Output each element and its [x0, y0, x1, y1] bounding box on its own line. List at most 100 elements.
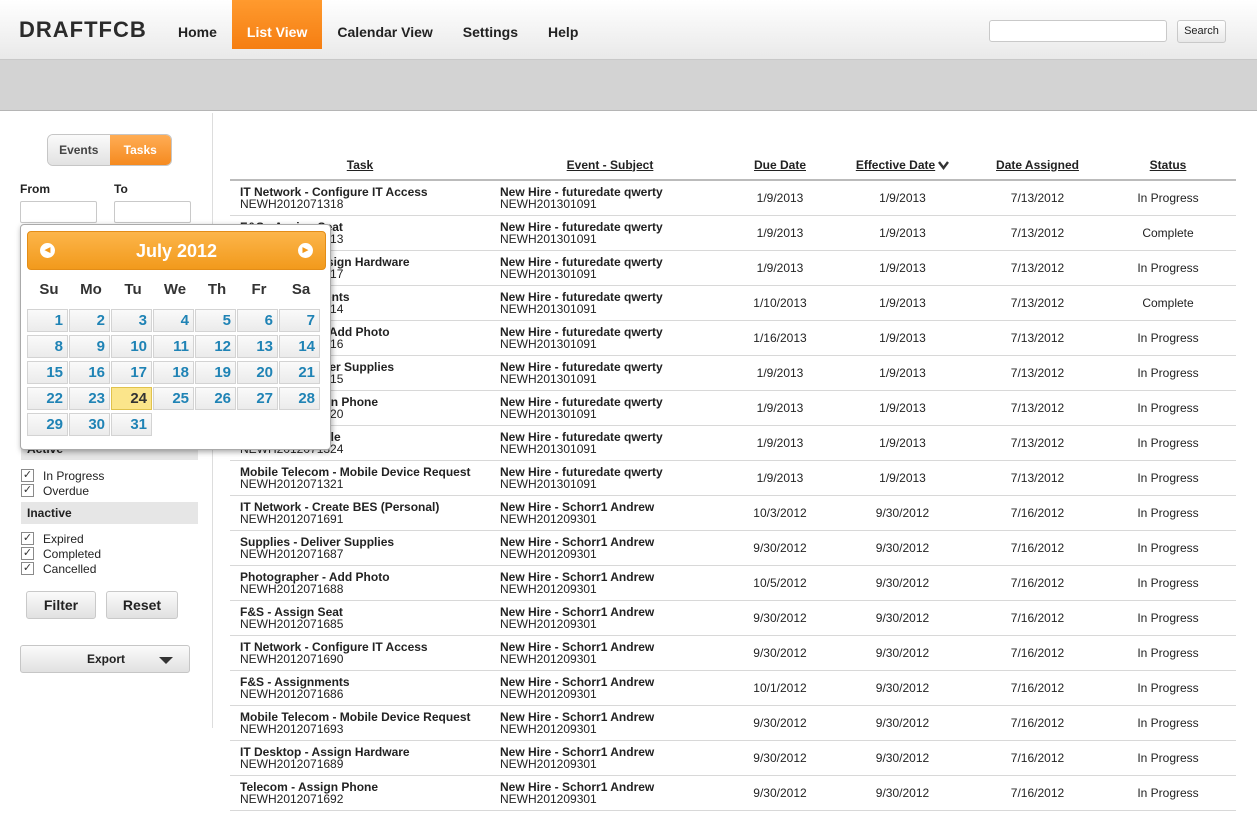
event-cell[interactable]: New Hire - futuredate qwerty NEWH20130109… — [490, 285, 730, 321]
nav-help[interactable]: Help — [533, 0, 593, 49]
calendar-day[interactable]: 8 — [27, 335, 68, 358]
table-row[interactable]: IT Network - Configure IT Access NEWH2012… — [230, 180, 1236, 216]
event-cell[interactable]: New Hire - futuredate qwerty NEWH20130109… — [490, 460, 730, 496]
table-row[interactable]: Directory - ProfileNEWH2012071324New Hir… — [230, 425, 1236, 461]
nav-calendar-view[interactable]: Calendar View — [322, 0, 447, 49]
task-cell[interactable]: F&S - Assignments NEWH2012071686 — [230, 670, 490, 706]
task-cell[interactable]: IT Network - Configure IT Access NEWH2012… — [230, 635, 490, 671]
event-subject[interactable]: New Hire - futuredate qwerty — [500, 221, 730, 233]
event-subject[interactable]: New Hire - futuredate qwerty — [500, 186, 730, 198]
event-subject[interactable]: New Hire - Schorr1 Andrew — [500, 501, 730, 513]
event-subject[interactable]: New Hire - futuredate qwerty — [500, 431, 730, 443]
table-row[interactable]: F&S - Assign Seat NEWH2012071685 New Hire … — [230, 600, 1236, 636]
calendar-day[interactable]: 9 — [69, 335, 110, 358]
table-row[interactable]: Mobile Telecom - Mobile Device Request NE… — [230, 460, 1236, 496]
filter-overdue[interactable]: ✓ Overdue — [21, 483, 89, 498]
toggle-events[interactable]: Events — [48, 135, 110, 165]
table-row[interactable]: Photographer - Add Photo NEWH2012071688 Ne… — [230, 565, 1236, 601]
calendar-day[interactable]: 22 — [27, 387, 68, 410]
calendar-day[interactable]: 25 — [153, 387, 194, 410]
table-row[interactable]: Supplies - Deliver SuppliesNEWH201207131… — [230, 355, 1236, 391]
export-dropdown[interactable]: Export — [20, 645, 190, 673]
calendar-day[interactable]: 12 — [195, 335, 236, 358]
toggle-tasks[interactable]: Tasks — [109, 135, 171, 165]
calendar-day[interactable]: 27 — [237, 387, 278, 410]
filter-button[interactable]: Filter — [26, 591, 96, 619]
task-name[interactable]: IT Network - Configure IT Access — [240, 641, 490, 653]
event-subject[interactable]: New Hire - futuredate qwerty — [500, 361, 730, 373]
col-header-due-date[interactable]: Due Date — [730, 150, 830, 181]
calendar-day[interactable]: 5 — [195, 309, 236, 332]
task-cell[interactable]: Supplies - Deliver Supplies NEWH201207168… — [230, 530, 490, 566]
task-cell[interactable]: IT Desktop - Assign Hardware NEWH20120716… — [230, 740, 490, 776]
table-row[interactable]: F&S - Assignments NEWH2012071686 New Hire … — [230, 670, 1236, 706]
calendar-day[interactable]: 4 — [153, 309, 194, 332]
calendar-day[interactable]: 18 — [153, 361, 194, 384]
calendar-day[interactable]: 31 — [111, 413, 152, 436]
checkbox-in-progress[interactable]: ✓ — [21, 469, 34, 482]
event-cell[interactable]: New Hire - futuredate qwerty NEWH20130109… — [490, 390, 730, 426]
col-header-date-assigned[interactable]: Date Assigned — [975, 150, 1100, 181]
task-cell[interactable]: IT Network - Create BES (Personal) NEWH20… — [230, 495, 490, 531]
calendar-day[interactable]: 26 — [195, 387, 236, 410]
calendar-day[interactable]: 3 — [111, 309, 152, 332]
calendar-day[interactable]: 28 — [279, 387, 320, 410]
filter-in-progress[interactable]: ✓ In Progress — [21, 468, 104, 483]
checkbox-overdue[interactable]: ✓ — [21, 484, 34, 497]
col-header-status[interactable]: Status — [1100, 150, 1236, 181]
event-subject[interactable]: New Hire - futuredate qwerty — [500, 466, 730, 478]
task-cell[interactable]: IT Network - Configure IT Access NEWH2012… — [230, 180, 490, 216]
event-cell[interactable]: New Hire - Schorr1 Andrew NEWH201209301 — [490, 495, 730, 531]
from-date-input[interactable] — [20, 201, 97, 223]
table-row[interactable]: F&S - AssignmentsNEWH2012071314New Hire … — [230, 285, 1236, 321]
event-cell[interactable]: New Hire - Schorr1 Andrew NEWH201209301 — [490, 635, 730, 671]
event-cell[interactable]: New Hire - Schorr1 Andrew NEWH201209301 — [490, 565, 730, 601]
calendar-day[interactable]: 6 — [237, 309, 278, 332]
event-cell[interactable]: New Hire - futuredate qwerty NEWH20130109… — [490, 320, 730, 356]
calendar-day[interactable]: 29 — [27, 413, 68, 436]
event-subject[interactable]: New Hire - futuredate qwerty — [500, 396, 730, 408]
event-subject[interactable]: New Hire - Schorr1 Andrew — [500, 711, 730, 723]
calendar-day[interactable]: 11 — [153, 335, 194, 358]
event-cell[interactable]: New Hire - futuredate qwerty NEWH20130109… — [490, 425, 730, 461]
task-cell[interactable]: Telecom - Assign Phone NEWH2012071692 — [230, 775, 490, 811]
calendar-day[interactable]: 16 — [69, 361, 110, 384]
calendar-day[interactable]: 19 — [195, 361, 236, 384]
checkbox-expired[interactable]: ✓ — [21, 532, 34, 545]
event-subject[interactable]: New Hire - futuredate qwerty — [500, 291, 730, 303]
filter-expired[interactable]: ✓ Expired — [21, 531, 84, 546]
event-subject[interactable]: New Hire - Schorr1 Andrew — [500, 536, 730, 548]
calendar-day[interactable]: 17 — [111, 361, 152, 384]
event-cell[interactable]: New Hire - futuredate qwerty NEWH20130109… — [490, 215, 730, 251]
task-name[interactable]: Telecom - Assign Phone — [240, 781, 490, 793]
event-cell[interactable]: New Hire - futuredate qwerty NEWH20130109… — [490, 355, 730, 391]
event-subject[interactable]: New Hire - Schorr1 Andrew — [500, 781, 730, 793]
table-row[interactable]: IT Network - Configure IT Access NEWH2012… — [230, 635, 1236, 671]
calendar-day[interactable]: 13 — [237, 335, 278, 358]
calendar-day[interactable]: 14 — [279, 335, 320, 358]
task-name[interactable]: IT Desktop - Assign Hardware — [240, 746, 490, 758]
calendar-day[interactable]: 20 — [237, 361, 278, 384]
col-header-event-subject[interactable]: Event - Subject — [490, 150, 730, 181]
filter-completed[interactable]: ✓ Completed — [21, 546, 101, 561]
event-cell[interactable]: New Hire - Schorr1 Andrew NEWH201209301 — [490, 530, 730, 566]
calendar-day[interactable]: 30 — [69, 413, 110, 436]
event-cell[interactable]: New Hire - futuredate qwerty NEWH20130109… — [490, 250, 730, 286]
event-cell[interactable]: New Hire - Schorr1 Andrew NEWH201209301 — [490, 670, 730, 706]
event-cell[interactable]: New Hire - Schorr1 Andrew NEWH201209301 — [490, 600, 730, 636]
calendar-day[interactable]: 2 — [69, 309, 110, 332]
table-row[interactable]: Telecom - Assign PhoneNEWH2012071320New … — [230, 390, 1236, 426]
event-subject[interactable]: New Hire - Schorr1 Andrew — [500, 571, 730, 583]
event-subject[interactable]: New Hire - futuredate qwerty — [500, 256, 730, 268]
event-cell[interactable]: New Hire - futuredate qwerty NEWH20130109… — [490, 180, 730, 216]
calendar-day[interactable]: 1 — [27, 309, 68, 332]
calendar-day[interactable]: 21 — [279, 361, 320, 384]
task-cell[interactable]: Photographer - Add Photo NEWH2012071688 — [230, 565, 490, 601]
checkbox-cancelled[interactable]: ✓ — [21, 562, 34, 575]
task-name[interactable]: Photographer - Add Photo — [240, 571, 490, 583]
calendar-day[interactable]: 7 — [279, 309, 320, 332]
table-row[interactable]: F&S - Assign SeatNEWH2012071313New Hire … — [230, 215, 1236, 251]
table-row[interactable]: Telecom - Assign Phone NEWH2012071692 New … — [230, 775, 1236, 811]
event-subject[interactable]: New Hire - Schorr1 Andrew — [500, 606, 730, 618]
event-subject[interactable]: New Hire - Schorr1 Andrew — [500, 641, 730, 653]
